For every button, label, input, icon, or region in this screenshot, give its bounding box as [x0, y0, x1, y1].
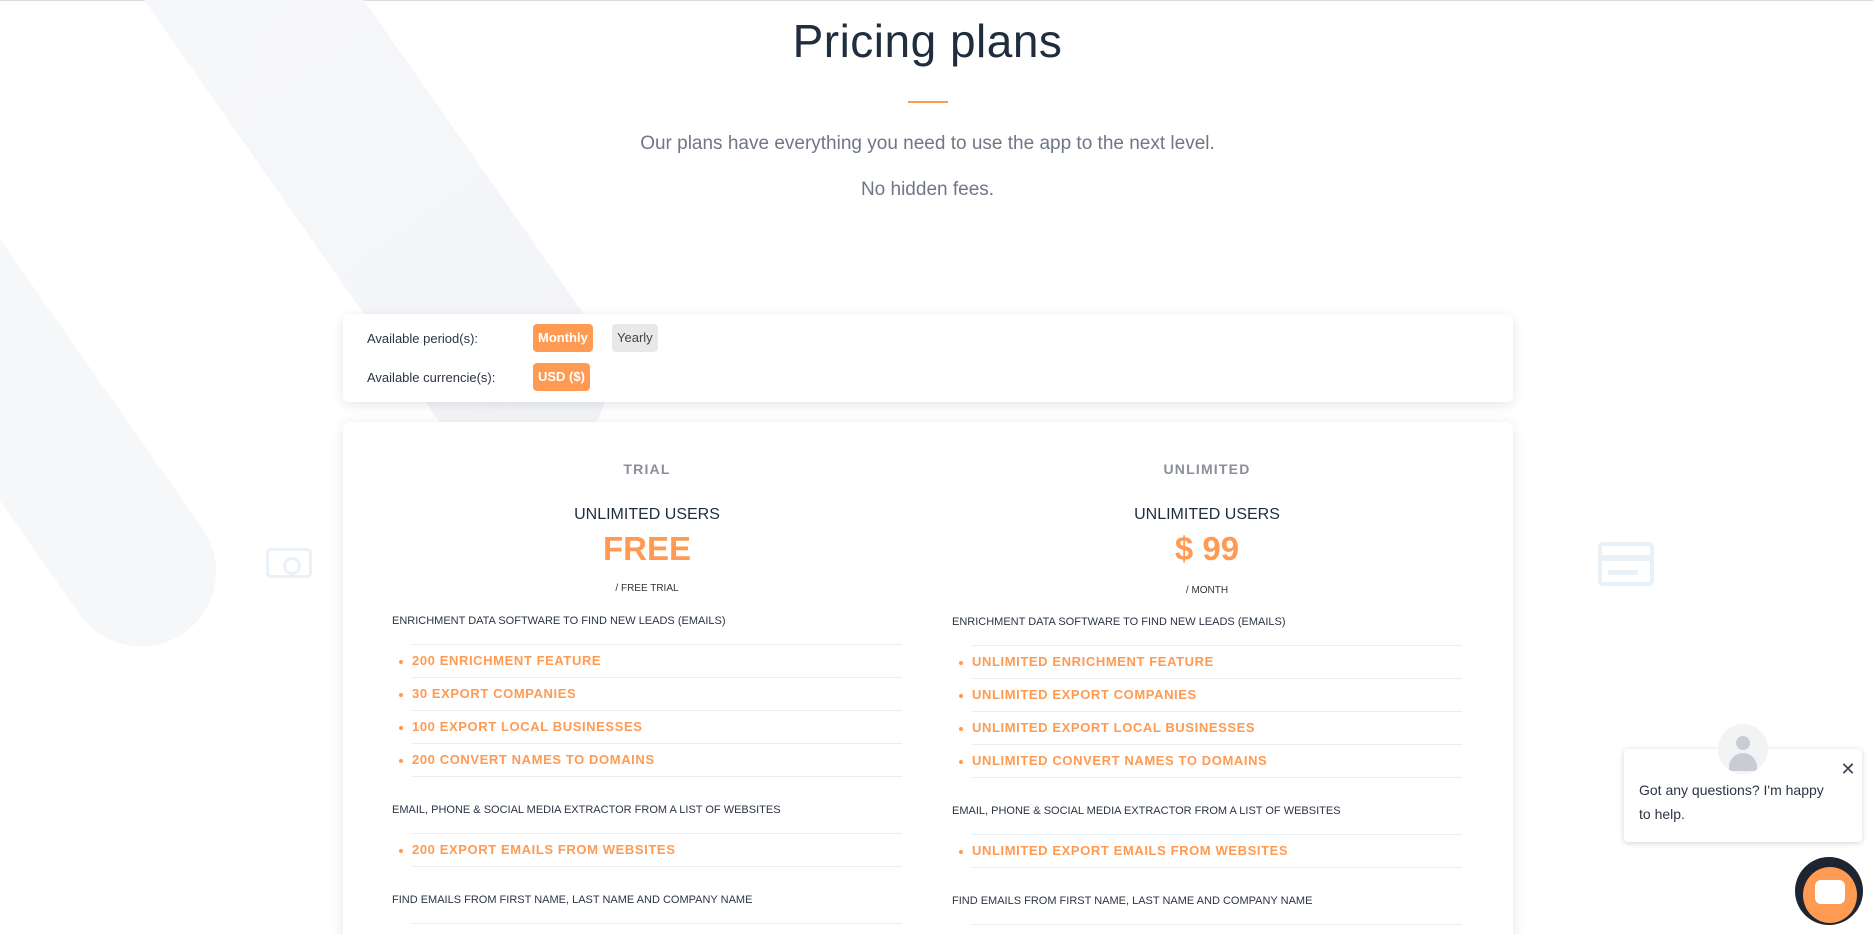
- background-decoration: [0, 164, 246, 676]
- plan-price: $ 99: [1174, 530, 1240, 567]
- avatar-head: [1736, 736, 1750, 750]
- avatar-body: [1729, 753, 1757, 771]
- period-label: Available period(s):: [367, 331, 479, 346]
- close-icon[interactable]: ✕: [1838, 759, 1858, 779]
- feature-list: UNLIMITED EXPORT EMAILS FROM WEBSITES: [959, 834, 1462, 868]
- period-yearly-button[interactable]: Yearly: [612, 324, 658, 352]
- page-subtitle: Our plans have everything you need to us…: [640, 133, 1215, 154]
- user-avatar-icon: [1718, 724, 1768, 774]
- title-divider: [908, 101, 948, 103]
- chat-launcher-button[interactable]: [1795, 857, 1863, 925]
- period-monthly-button[interactable]: Monthly: [533, 324, 593, 352]
- feature-item: 200 ENRICHMENT FEATURE: [399, 644, 902, 677]
- money-icon: [266, 548, 312, 578]
- plan-users: UNLIMITED USERS: [574, 506, 720, 523]
- feature-item: 100 EXPORT LOCAL BUSINESSES: [399, 710, 902, 743]
- list-divider: [972, 924, 1462, 925]
- feature-item: 200 EXPORT EMAILS FROM WEBSITES: [399, 833, 902, 866]
- feature-section-heading: FIND EMAILS FROM FIRST NAME, LAST NAME A…: [952, 895, 1313, 907]
- page-subtitle-note: No hidden fees.: [860, 179, 995, 200]
- list-divider: [972, 777, 1462, 778]
- chat-message: Got any questions? I'm happy to help.: [1639, 782, 1824, 822]
- plan-name: UNLIMITED: [1163, 461, 1251, 477]
- currency-usd-button[interactable]: USD ($): [533, 363, 590, 391]
- feature-section-heading: ENRICHMENT DATA SOFTWARE TO FIND NEW LEA…: [952, 616, 1286, 628]
- chat-bubble-icon: [1803, 867, 1857, 923]
- feature-item: UNLIMITED CONVERT NAMES TO DOMAINS: [959, 744, 1462, 777]
- feature-list: UNLIMITED ENRICHMENT FEATURE UNLIMITED E…: [959, 645, 1462, 778]
- feature-item: UNLIMITED EXPORT COMPANIES: [959, 678, 1462, 711]
- list-divider: [412, 866, 902, 867]
- plan-options-card: Available period(s): Monthly Yearly Avai…: [343, 314, 1513, 402]
- chat-bubble-inner: [1815, 880, 1845, 904]
- list-divider: [972, 867, 1462, 868]
- feature-item: UNLIMITED EXPORT EMAILS FROM WEBSITES: [959, 834, 1462, 867]
- feature-list: 200 ENRICHMENT FEATURE 30 EXPORT COMPANI…: [399, 644, 902, 777]
- credit-card-icon: [1598, 542, 1654, 586]
- currency-label: Available currencie(s):: [367, 370, 496, 385]
- plans-card: TRIAL UNLIMITED USERS FREE / FREE TRIAL …: [343, 422, 1513, 934]
- page-title: Pricing plans: [792, 15, 1063, 67]
- feature-section-heading: EMAIL, PHONE & SOCIAL MEDIA EXTRACTOR FR…: [392, 804, 781, 816]
- feature-list: 200 EXPORT EMAILS FROM WEBSITES: [399, 833, 902, 867]
- feature-item: UNLIMITED EXPORT LOCAL BUSINESSES: [959, 711, 1462, 744]
- feature-list: [972, 924, 1462, 925]
- plan-users: UNLIMITED USERS: [1134, 506, 1280, 523]
- plan-period: / FREE TRIAL: [615, 583, 679, 594]
- plan-name: TRIAL: [623, 461, 671, 477]
- plan-price: FREE: [602, 530, 691, 567]
- feature-item: 200 CONVERT NAMES TO DOMAINS: [399, 743, 902, 776]
- feature-section-heading: FIND EMAILS FROM FIRST NAME, LAST NAME A…: [392, 894, 753, 906]
- feature-item: UNLIMITED ENRICHMENT FEATURE: [959, 645, 1462, 678]
- list-divider: [412, 923, 902, 924]
- list-divider: [412, 776, 902, 777]
- feature-section-heading: EMAIL, PHONE & SOCIAL MEDIA EXTRACTOR FR…: [952, 805, 1341, 817]
- plan-period: / MONTH: [1185, 585, 1229, 596]
- feature-section-heading: ENRICHMENT DATA SOFTWARE TO FIND NEW LEA…: [392, 615, 726, 627]
- feature-list: [412, 923, 902, 924]
- feature-item: 30 EXPORT COMPANIES: [399, 677, 902, 710]
